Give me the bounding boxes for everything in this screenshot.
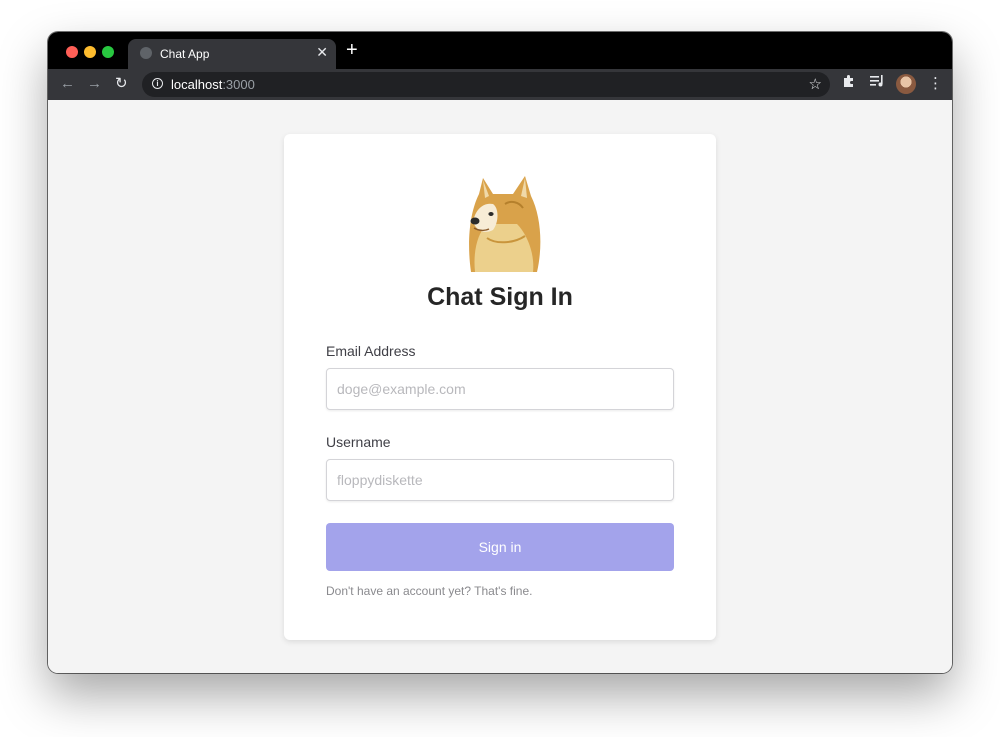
url-port: :3000 bbox=[222, 77, 255, 92]
new-tab-button[interactable]: + bbox=[346, 40, 358, 60]
reload-icon[interactable]: ↻ bbox=[115, 74, 128, 94]
tab-close-icon[interactable]: ✕ bbox=[316, 44, 328, 61]
doge-logo bbox=[469, 176, 541, 272]
maximize-window-button[interactable] bbox=[102, 46, 114, 58]
email-label: Email Address bbox=[326, 343, 416, 359]
tab-title: Chat App bbox=[160, 47, 210, 61]
url-text[interactable]: localhost:3000 bbox=[171, 77, 255, 92]
sign-in-button[interactable]: Sign in bbox=[326, 523, 674, 571]
kebab-menu-icon[interactable]: ⋮ bbox=[928, 74, 943, 94]
tab-chat-app[interactable]: Chat App ✕ bbox=[128, 39, 336, 69]
page-content: Chat Sign In Email Address Username Sign… bbox=[48, 100, 952, 673]
url-host: localhost bbox=[171, 77, 223, 92]
profile-avatar[interactable] bbox=[896, 74, 916, 94]
sign-in-card: Chat Sign In Email Address Username Sign… bbox=[284, 134, 716, 640]
minimize-window-button[interactable] bbox=[84, 46, 96, 58]
browser-window: Chat App ✕ + ← → ↻ i localhost:3000 ☆ ⋮ bbox=[48, 32, 952, 673]
arrow-left-icon[interactable]: ← bbox=[60, 74, 75, 94]
star-icon[interactable]: ☆ bbox=[809, 75, 822, 93]
username-field[interactable] bbox=[326, 459, 674, 501]
signup-hint: Don't have an account yet? That's fine. bbox=[326, 584, 533, 598]
globe-icon bbox=[140, 47, 152, 59]
arrow-right-icon[interactable]: → bbox=[87, 74, 102, 94]
close-window-button[interactable] bbox=[66, 46, 78, 58]
email-field[interactable] bbox=[326, 368, 674, 410]
puzzle-icon[interactable] bbox=[842, 74, 856, 94]
page-title: Chat Sign In bbox=[427, 283, 573, 311]
address-bar[interactable]: i localhost:3000 ☆ bbox=[142, 72, 830, 97]
media-queue-icon[interactable] bbox=[870, 74, 885, 94]
username-label: Username bbox=[326, 434, 391, 450]
browser-toolbar: ← → ↻ i localhost:3000 ☆ ⋮ bbox=[48, 69, 952, 100]
info-icon[interactable]: i bbox=[152, 78, 163, 89]
tab-strip: Chat App ✕ + bbox=[48, 32, 952, 69]
